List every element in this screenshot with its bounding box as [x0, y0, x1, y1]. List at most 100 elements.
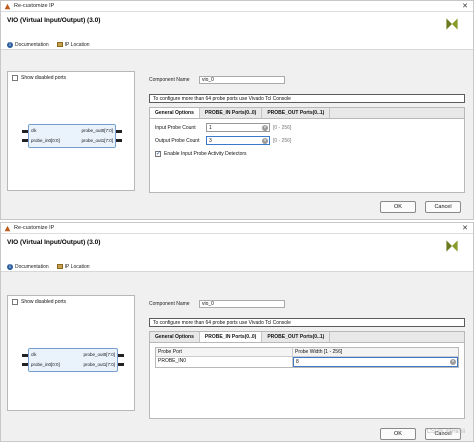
link-row: i Documentation IP Location — [1, 40, 473, 50]
pin — [116, 139, 122, 142]
title-bar: Re-customize IP ✕ — [1, 223, 473, 234]
port-clk: clk — [31, 128, 37, 133]
title-bar: Re-customize IP ✕ — [1, 1, 473, 12]
xilinx-logo-icon — [446, 240, 458, 252]
cancel-button[interactable]: Cancel — [425, 201, 461, 213]
vivado-app-icon — [4, 225, 11, 231]
show-disabled-ports-row[interactable]: Show disabled ports — [8, 72, 134, 84]
port-clk: clk — [31, 352, 37, 357]
probe-width-input[interactable]: 8 × — [293, 357, 458, 367]
component-name-input[interactable]: vio_0 — [199, 300, 285, 308]
port-probe-out1: probe_out1[7:0] — [83, 362, 115, 367]
ip-location-link[interactable]: IP Location — [56, 41, 90, 48]
ip-title: VIO (Virtual Input/Output) (3.0) — [7, 239, 101, 246]
config-pane: Component Name vio_0 To configure more t… — [149, 75, 465, 193]
component-name-label: Component Name — [149, 301, 190, 307]
folder-icon — [56, 42, 63, 47]
port-probe-out0: probe_out0[7:0] — [81, 128, 113, 133]
input-probe-range: [0 - 256] — [273, 124, 292, 131]
pin — [22, 354, 28, 357]
ip-location-link[interactable]: IP Location — [56, 263, 90, 270]
show-disabled-ports-checkbox[interactable] — [12, 299, 18, 305]
cell-probe-port: PROBE_IN0 — [156, 357, 293, 367]
tabset: General Options PROBE_IN Ports(0..0) PRO… — [149, 331, 465, 419]
pin — [116, 130, 122, 133]
component-name-row: Component Name vio_0 — [149, 299, 465, 309]
output-probe-value: 3 — [209, 138, 212, 144]
tab-general-options[interactable]: General Options — [150, 108, 200, 118]
port-probe-out0: probe_out0[7:0] — [83, 352, 115, 357]
show-disabled-ports-label: Show disabled ports — [21, 75, 67, 81]
clear-icon[interactable]: × — [262, 138, 268, 144]
show-disabled-ports-row[interactable]: Show disabled ports — [8, 296, 134, 308]
window-title: Re-customize IP — [14, 3, 55, 9]
output-probe-range: [0 - 256] — [273, 137, 292, 144]
tab-probe-out[interactable]: PROBE_OUT Ports(0..1) — [262, 108, 331, 118]
pin — [118, 363, 124, 366]
console-note: To configure more than 64 probe ports us… — [149, 94, 465, 103]
port-probe-in0: probe_in0[0:0] — [31, 362, 60, 367]
vivado-app-icon — [4, 3, 11, 9]
header-probe-width: Probe Width [1 - 256] — [295, 349, 343, 355]
tab-general-options[interactable]: General Options — [150, 332, 200, 342]
pin — [22, 139, 28, 142]
input-probe-label: Input Probe Count — [155, 124, 196, 131]
folder-icon — [56, 264, 63, 269]
ip-location-label: IP Location — [64, 263, 90, 270]
tab-probe-in[interactable]: PROBE_IN Ports(0..0) — [200, 108, 263, 118]
window-title: Re-customize IP — [14, 225, 55, 231]
documentation-label: Documentation — [15, 263, 49, 270]
probe-width-value: 8 — [296, 359, 299, 365]
table-row: PROBE_IN0 8 × — [156, 357, 458, 367]
input-probe-value: 1 — [209, 125, 212, 131]
table-header: Probe Port Probe Width [1 - 256] — [156, 348, 458, 357]
pin — [22, 363, 28, 366]
pin — [22, 130, 28, 133]
port-probe-out1: probe_out1[7:0] — [81, 138, 113, 143]
ip-title: VIO (Virtual Input/Output) (3.0) — [7, 17, 101, 24]
console-note: To configure more than 64 probe ports us… — [149, 318, 465, 327]
output-probe-label: Output Probe Count — [155, 137, 200, 144]
documentation-label: Documentation — [15, 41, 49, 48]
xilinx-logo-icon — [446, 18, 458, 30]
ip-header: VIO (Virtual Input/Output) (3.0) — [1, 12, 473, 40]
symbol-pane: Show disabled ports clk probe_in0[0:0] p… — [7, 295, 135, 411]
ok-button[interactable]: OK — [380, 201, 416, 213]
input-probe-count-field[interactable]: 1 × — [206, 123, 270, 132]
activity-detectors-row[interactable]: Enable Input Probe Activity Detectors — [150, 147, 464, 160]
ip-symbol: clk probe_in0[0:0] probe_out0[7:0] probe… — [22, 348, 124, 372]
config-pane: Component Name vio_0 To configure more t… — [149, 299, 465, 419]
dialog-probe-in-ports: Re-customize IP ✕ VIO (Virtual Input/Out… — [0, 222, 474, 442]
clear-icon[interactable]: × — [262, 125, 268, 131]
output-probe-row: Output Probe Count 3 × [0 - 256] — [150, 134, 464, 147]
activity-detectors-checkbox[interactable] — [155, 150, 161, 157]
ok-button[interactable]: OK — [380, 428, 416, 440]
component-name-row: Component Name vio_0 — [149, 75, 465, 85]
close-icon[interactable]: ✕ — [457, 224, 473, 232]
ip-symbol: clk probe_in0[0:0] probe_out0[7:0] probe… — [22, 124, 122, 148]
component-name-label: Component Name — [149, 77, 190, 83]
output-probe-count-field[interactable]: 3 × — [206, 136, 270, 145]
tab-probe-in[interactable]: PROBE_IN Ports(0..0) — [199, 332, 263, 342]
close-icon[interactable]: ✕ — [457, 2, 473, 10]
pin — [118, 354, 124, 357]
symbol-pane: Show disabled ports clk probe_in0[0:0] p… — [7, 71, 135, 191]
header-probe-port: Probe Port — [156, 348, 293, 356]
documentation-link[interactable]: i Documentation — [7, 263, 49, 270]
documentation-link[interactable]: i Documentation — [7, 41, 49, 48]
component-name-input[interactable]: vio_0 — [199, 76, 285, 84]
clear-icon[interactable]: × — [450, 359, 456, 365]
show-disabled-ports-label: Show disabled ports — [21, 299, 67, 305]
tab-probe-out[interactable]: PROBE_OUT Ports(0..1) — [262, 332, 331, 342]
ip-header: VIO (Virtual Input/Output) (3.0) — [1, 234, 473, 262]
link-row: i Documentation IP Location — [1, 262, 473, 272]
probe-width-table: Probe Port Probe Width [1 - 256] PROBE_I… — [155, 347, 459, 368]
activity-detectors-label: Enable Input Probe Activity Detectors — [164, 150, 247, 157]
tabset: General Options PROBE_IN Ports(0..0) PRO… — [149, 107, 465, 193]
tab-bar: General Options PROBE_IN Ports(0..0) PRO… — [150, 332, 464, 343]
info-icon: i — [7, 41, 13, 48]
show-disabled-ports-checkbox[interactable] — [12, 75, 18, 81]
dialog-general-options: Re-customize IP ✕ VIO (Virtual Input/Out… — [0, 0, 474, 220]
port-probe-in0: probe_in0[0:0] — [31, 138, 60, 143]
ip-location-label: IP Location — [64, 41, 90, 48]
